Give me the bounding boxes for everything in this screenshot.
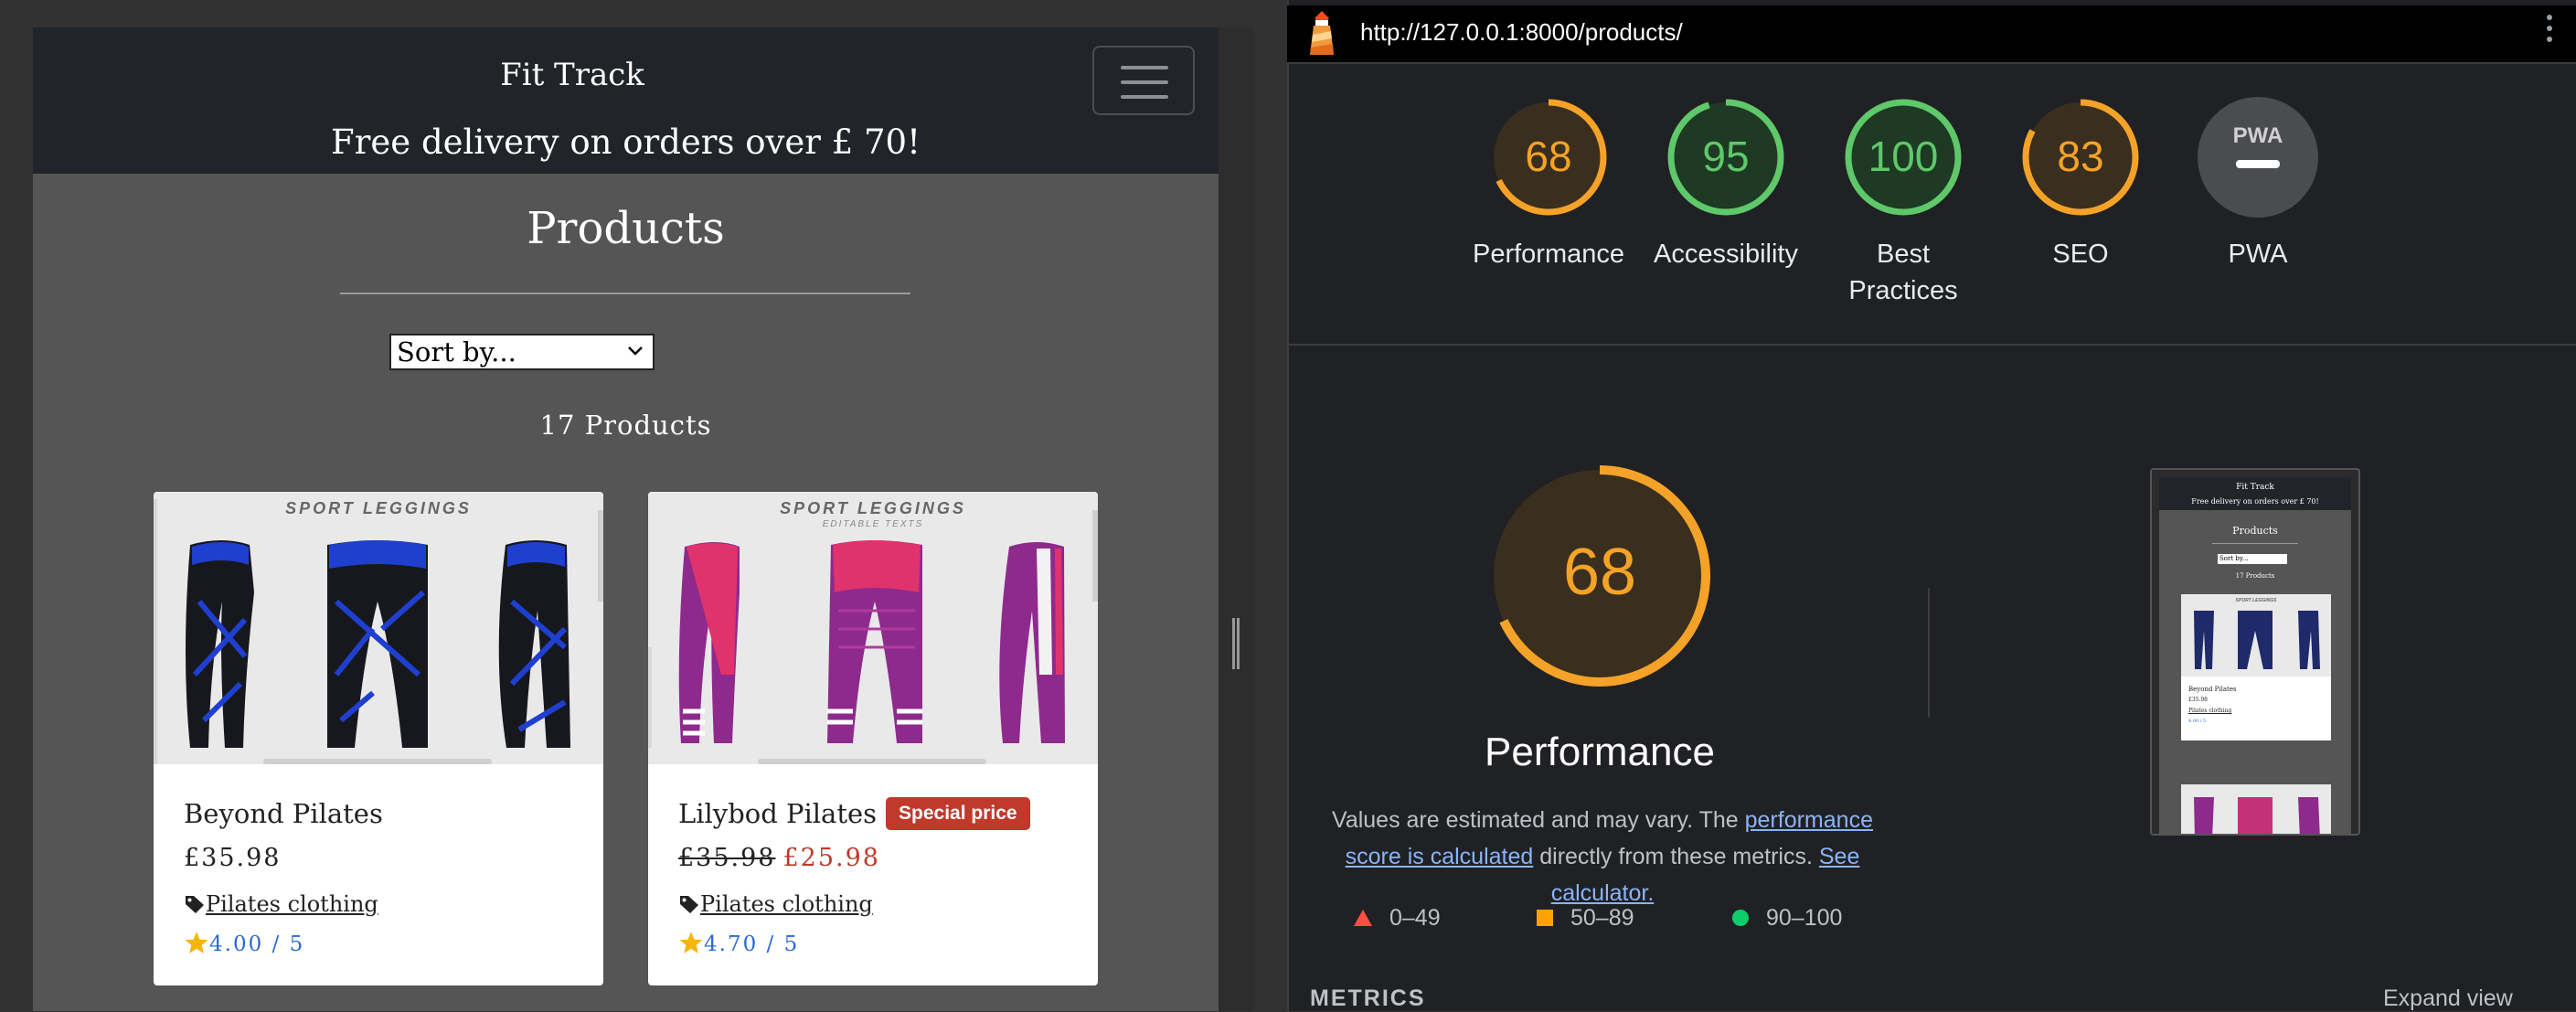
product-card[interactable]: SPORT LEGGINGS EDITABLE TEXTS Lilybod Pi… xyxy=(648,492,1098,985)
circle-icon xyxy=(1732,910,1749,926)
category-link[interactable]: Pilates clothing xyxy=(184,891,378,917)
rating-value: 4.70 / 5 xyxy=(704,932,800,956)
thumb-card-rating: 4.00 / 5 xyxy=(2188,719,2207,724)
gauge-seo[interactable]: 83 xyxy=(2020,97,2141,218)
thumb-title: Products xyxy=(2232,525,2278,537)
gauge-label: Accessibility xyxy=(1654,240,1798,269)
legend-range: 90–100 xyxy=(1766,905,1843,931)
thumb-card-price: £35.98 xyxy=(2188,697,2208,703)
report-url: http://127.0.0.1:8000/products/ xyxy=(1360,18,1683,46)
delivery-banner: Free delivery on orders over £ 70! xyxy=(331,123,921,162)
gauge-score: 83 xyxy=(2057,133,2104,180)
page-screenshot-thumbnail[interactable]: Fit Track Free delivery on orders over £… xyxy=(2150,468,2360,836)
menu-toggle-button[interactable] xyxy=(1092,46,1195,115)
site-brand[interactable]: Fit Track xyxy=(33,57,1112,93)
tag-icon xyxy=(680,896,698,913)
resize-handle[interactable] xyxy=(1232,618,1240,669)
sort-select-value: Sort by... xyxy=(397,336,516,368)
leggings-icon xyxy=(678,540,1065,743)
product-rating: 4.70 / 5 xyxy=(678,931,799,956)
category-label: Pilates clothing xyxy=(700,891,873,917)
thumb-card-name: Beyond Pilates xyxy=(2188,686,2237,693)
thumb-rule xyxy=(2212,543,2298,544)
gauge-label: SEO xyxy=(2052,240,2109,269)
product-rating: 4.00 / 5 xyxy=(184,931,304,956)
product-price: £35.98 £25.98 xyxy=(678,844,880,872)
thumb-brand: Fit Track xyxy=(2236,483,2274,492)
category-link[interactable]: Pilates clothing xyxy=(678,891,873,917)
vertical-divider xyxy=(1928,588,1930,718)
more-options-icon[interactable] xyxy=(2547,15,2554,48)
product-count: 17 Products xyxy=(539,410,712,441)
leggings-icon xyxy=(2194,797,2320,834)
product-name[interactable]: Beyond Pilates xyxy=(184,798,383,829)
legend-item-circle: 90–100 xyxy=(1731,905,1842,932)
svg-text:PWA: PWA xyxy=(2233,123,2283,148)
leggings-icon xyxy=(186,540,570,748)
sort-select[interactable]: Sort by... xyxy=(389,334,655,370)
special-price-badge: Special price xyxy=(886,797,1030,830)
hamburger-icon-bar xyxy=(1121,80,1168,84)
hamburger-icon xyxy=(1121,66,1168,69)
tag-icon xyxy=(186,896,204,913)
gauge-accessibility[interactable]: 95 xyxy=(1666,97,1786,218)
triangle-icon xyxy=(1354,910,1372,926)
page-title: Products xyxy=(527,203,725,254)
thumb-card xyxy=(2181,784,2331,834)
gauge-score: 100 xyxy=(1868,133,1939,180)
product-price: £35.98 xyxy=(184,844,282,872)
expand-view-toggle[interactable]: Expand view xyxy=(2383,985,2513,1012)
estimate-note: Values are estimated and may vary. The p… xyxy=(1310,802,1895,911)
thumb-card: SPORT LEGGINGS Beyond Pilates £35.98 Pil… xyxy=(2181,594,2331,740)
product-image[interactable]: SPORT LEGGINGS xyxy=(154,492,603,764)
square-icon xyxy=(1537,910,1553,926)
performance-big-label: Performance xyxy=(1485,730,1715,774)
gauge-label: PWA xyxy=(2228,240,2288,269)
product-image[interactable]: SPORT LEGGINGS EDITABLE TEXTS xyxy=(648,492,1098,764)
product-name[interactable]: Lilybod Pilates xyxy=(678,798,877,829)
gauge-label: Best Practices xyxy=(1848,240,1958,305)
gauge-performance[interactable]: 68 xyxy=(1488,97,1609,218)
star-icon xyxy=(185,932,208,953)
estimate-text-pre: Values are estimated and may vary. The xyxy=(1332,807,1745,833)
product-name-text: Lilybod Pilates xyxy=(678,798,878,829)
gauge-score: 68 xyxy=(1525,133,1572,180)
legend-range: 0–49 xyxy=(1389,905,1441,931)
estimate-text-mid: directly from these metrics. xyxy=(1533,844,1819,869)
title-divider xyxy=(340,293,910,294)
thumb-sort: Sort by... xyxy=(2218,554,2287,564)
gauge-best-practices[interactable]: 100 xyxy=(1843,97,1964,218)
legend-item-square: 50–89 xyxy=(1536,905,1634,932)
rating-value: 4.00 / 5 xyxy=(209,932,305,956)
leggings-icon xyxy=(2194,611,2320,669)
performance-big-gauge[interactable]: 68 xyxy=(1488,464,1711,687)
product-card[interactable]: SPORT LEGGINGS Beyond Pilates £35.98 Pil… xyxy=(154,492,603,985)
gauges-divider xyxy=(1287,344,2576,346)
gauge-label: Performance xyxy=(1472,240,1624,269)
chevron-down-icon xyxy=(627,336,644,368)
star-icon xyxy=(679,932,703,953)
legend-range: 50–89 xyxy=(1570,905,1634,931)
old-price: £35.98 xyxy=(678,844,776,872)
category-label: Pilates clothing xyxy=(206,891,378,917)
thumb-count: 17 Products xyxy=(2235,572,2275,580)
performance-big-score: 68 xyxy=(1563,536,1636,609)
lighthouse-logo-icon xyxy=(1310,11,1334,55)
thumb-delivery: Free delivery on orders over £ 70! xyxy=(2191,497,2319,506)
hamburger-icon-bar xyxy=(1121,95,1168,99)
legend-item-triangle: 0–49 xyxy=(1353,905,1441,932)
sale-price: £25.98 xyxy=(782,844,880,872)
thumb-card-category: Pilates clothing xyxy=(2188,708,2232,714)
metrics-heading: METRICS xyxy=(1310,985,1426,1011)
gauge-score: 95 xyxy=(1702,133,1750,180)
gauge-pwa[interactable]: PWA xyxy=(2198,97,2318,218)
